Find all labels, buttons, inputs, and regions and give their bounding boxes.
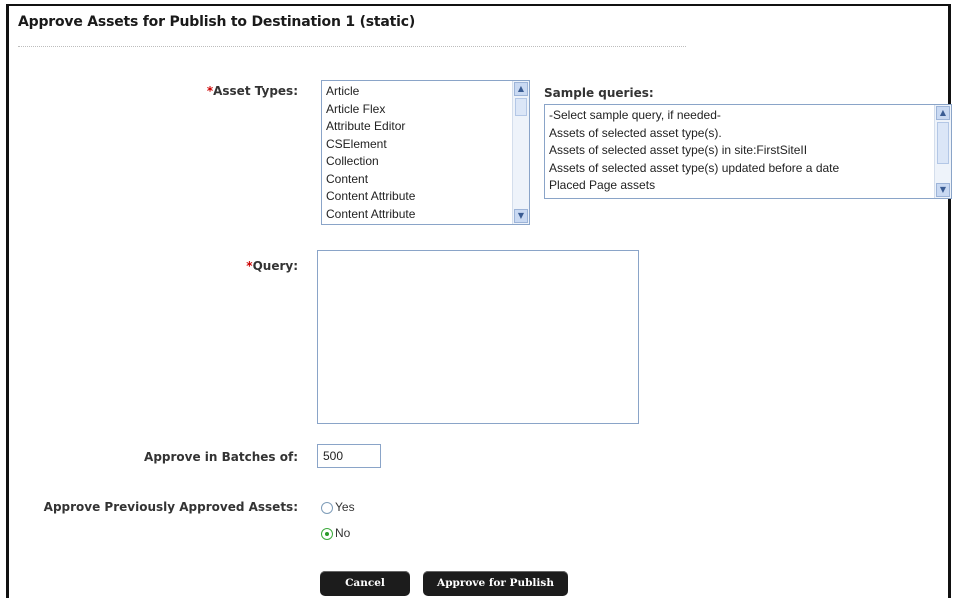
list-item[interactable]: Assets of selected asset type(s). bbox=[549, 125, 933, 143]
list-item[interactable]: Content bbox=[326, 171, 511, 189]
title-divider bbox=[18, 46, 686, 47]
query-textarea[interactable] bbox=[317, 250, 639, 424]
list-item[interactable]: Content Attribute bbox=[326, 206, 511, 224]
radio-yes[interactable] bbox=[321, 501, 333, 514]
page-title: Approve Assets for Publish to Destinatio… bbox=[18, 14, 416, 30]
approve-for-publish-button[interactable]: Approve for Publish bbox=[423, 571, 568, 596]
sample-queries-label: Sample queries: bbox=[544, 86, 654, 100]
cancel-button[interactable]: Cancel bbox=[320, 571, 410, 596]
asset-types-label: *Asset Types: bbox=[150, 84, 298, 98]
radio-yes-label: Yes bbox=[335, 500, 355, 514]
scroll-thumb[interactable] bbox=[937, 122, 949, 164]
radio-yes-option[interactable]: Yes bbox=[321, 500, 355, 514]
list-item[interactable]: Article bbox=[326, 83, 511, 101]
batch-label: Approve in Batches of: bbox=[144, 450, 298, 464]
list-item[interactable]: -Select sample query, if needed- bbox=[549, 107, 933, 125]
list-item[interactable]: Placed Page assets bbox=[549, 177, 933, 195]
asset-types-listbox[interactable]: Article Article Flex Attribute Editor CS… bbox=[321, 80, 530, 225]
list-item[interactable]: Content Attribute bbox=[326, 188, 511, 206]
batch-size-input[interactable]: 500 bbox=[317, 444, 381, 468]
list-item[interactable]: Attribute Editor bbox=[326, 118, 511, 136]
sample-queries-scrollbar[interactable]: ▲ ▼ bbox=[934, 105, 951, 198]
scroll-down-icon[interactable]: ▼ bbox=[936, 183, 950, 197]
scroll-up-icon[interactable]: ▲ bbox=[514, 82, 528, 96]
query-label: *Query: bbox=[150, 259, 298, 273]
scroll-up-icon[interactable]: ▲ bbox=[936, 106, 950, 120]
previously-approved-label: Approve Previously Approved Assets: bbox=[43, 500, 298, 514]
radio-no[interactable] bbox=[321, 527, 333, 540]
list-item[interactable]: Assets of selected asset type(s) updated… bbox=[549, 160, 933, 178]
query-label-text: Query: bbox=[252, 259, 298, 273]
sample-queries-listbox[interactable]: -Select sample query, if needed- Assets … bbox=[544, 104, 952, 199]
scroll-thumb[interactable] bbox=[515, 98, 527, 116]
asset-types-label-text: Asset Types: bbox=[213, 84, 298, 98]
radio-no-label: No bbox=[335, 526, 351, 540]
asset-types-scrollbar[interactable]: ▲ ▼ bbox=[512, 81, 529, 224]
scroll-down-icon[interactable]: ▼ bbox=[514, 209, 528, 223]
list-item[interactable]: CSElement bbox=[326, 136, 511, 154]
list-item[interactable]: Collection bbox=[326, 153, 511, 171]
list-item[interactable]: Article Flex bbox=[326, 101, 511, 119]
list-item[interactable]: Assets of selected asset type(s) in site… bbox=[549, 142, 933, 160]
radio-no-option[interactable]: No bbox=[321, 526, 350, 540]
